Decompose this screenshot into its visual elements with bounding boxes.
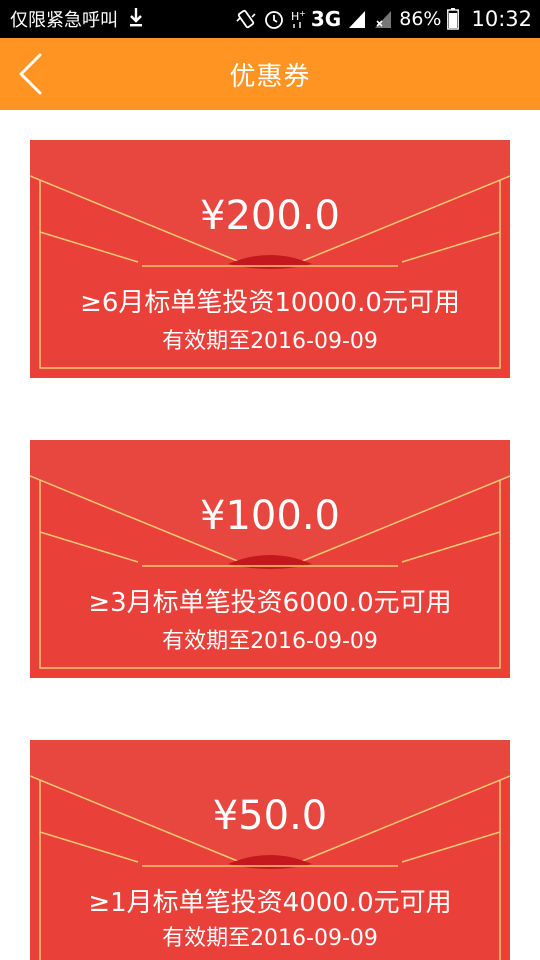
coupon-amount: ¥100.0 bbox=[200, 493, 340, 539]
coupon-amount: ¥50.0 bbox=[212, 793, 328, 839]
svg-text:+: + bbox=[299, 9, 305, 18]
signal-icon bbox=[347, 9, 367, 29]
signal-nodata-icon bbox=[373, 9, 393, 29]
coupon-condition: ≥6月标单笔投资10000.0元可用 bbox=[80, 288, 460, 318]
coupon-condition: ≥3月标单笔投资6000.0元可用 bbox=[88, 588, 452, 618]
coupon-card[interactable]: ¥200.0 ≥6月标单笔投资10000.0元可用 有效期至2016-09-09 bbox=[30, 140, 510, 378]
hplus-icon: H + bbox=[291, 8, 305, 30]
chevron-left-icon bbox=[19, 53, 42, 95]
carrier-text: 仅限紧急呼叫 bbox=[10, 10, 118, 31]
coupon-amount: ¥200.0 bbox=[200, 193, 340, 239]
page-title: 优惠券 bbox=[229, 61, 311, 92]
status-time: 10:32 bbox=[471, 7, 532, 31]
coupon-validity: 有效期至2016-09-09 bbox=[162, 629, 378, 654]
coupon-card[interactable]: ¥50.0 ≥1月标单笔投资4000.0元可用 有效期至2016-09-09 bbox=[30, 740, 510, 960]
battery-percent: 86% bbox=[399, 8, 442, 30]
alarm-icon bbox=[263, 8, 285, 30]
network-type: 3G bbox=[310, 7, 342, 31]
coupon-condition: ≥1月标单笔投资4000.0元可用 bbox=[88, 888, 452, 918]
coupon-validity: 有效期至2016-09-09 bbox=[162, 926, 378, 951]
battery-icon bbox=[447, 8, 460, 30]
download-icon bbox=[128, 7, 144, 32]
status-right: H + 3G 86% 10:32 bbox=[235, 7, 532, 31]
status-left: 仅限紧急呼叫 bbox=[10, 6, 144, 32]
vibrate-icon bbox=[235, 8, 257, 30]
back-button[interactable] bbox=[8, 48, 52, 100]
coupon-validity: 有效期至2016-09-09 bbox=[162, 329, 378, 354]
status-bar: 仅限紧急呼叫 H + 3G 86% 10:32 bbox=[0, 0, 540, 38]
app-header: 优惠券 bbox=[0, 38, 540, 110]
coupon-card[interactable]: ¥100.0 ≥3月标单笔投资6000.0元可用 有效期至2016-09-09 bbox=[30, 440, 510, 678]
